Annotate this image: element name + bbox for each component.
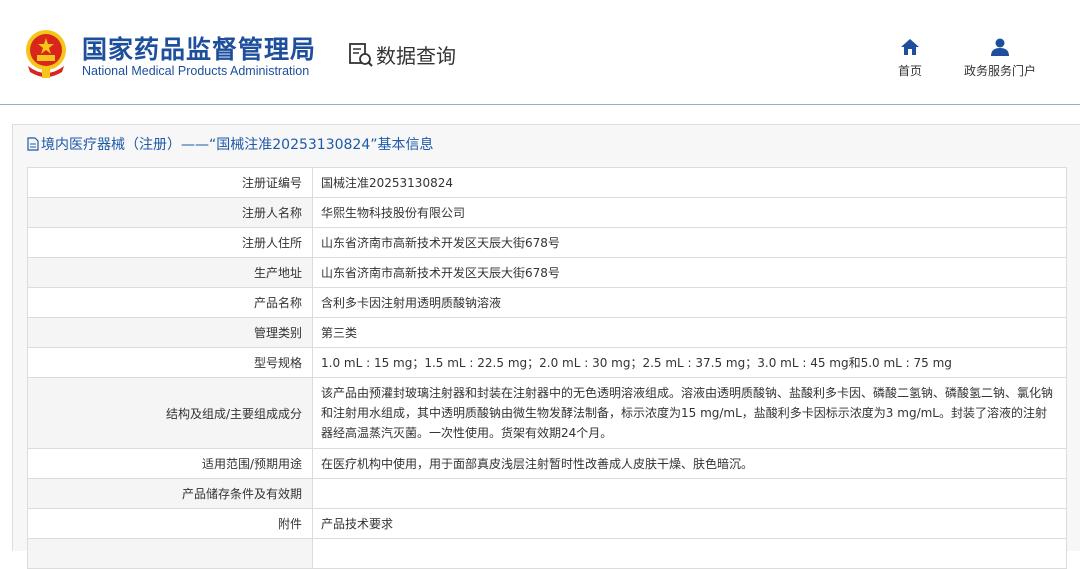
panel-title: 境内医疗器械（注册）——“国械注准20253130824”基本信息 (27, 134, 433, 154)
row-value: 第三类 (312, 317, 1067, 348)
row-label: 注册人名称 (27, 197, 313, 228)
row-value (312, 538, 1067, 569)
row-label: 产品名称 (27, 287, 313, 318)
site-header: 国家药品监督管理局 National Medical Products Admi… (0, 0, 1080, 105)
row-value: 华熙生物科技股份有限公司 (312, 197, 1067, 228)
detail-panel: 境内医疗器械（注册）——“国械注准20253130824”基本信息 注册证编号 … (12, 124, 1080, 569)
panel-title-text: 境内医疗器械（注册）——“国械注准20253130824”基本信息 (41, 137, 434, 153)
row-label: 适用范围/预期用途 (27, 448, 313, 479)
national-emblem-icon (26, 30, 66, 78)
row-value: 山东省济南市高新技术开发区天辰大街678号 (312, 227, 1067, 258)
row-value: 山东省济南市高新技术开发区天辰大街678号 (312, 257, 1067, 288)
table-row: 型号规格 1.0 mL : 15 mg；1.5 mL : 22.5 mg；2.0… (27, 347, 1067, 378)
row-label: 附件 (27, 508, 313, 539)
site-title-cn: 国家药品监督管理局 (82, 35, 317, 64)
nav-service-portal[interactable]: 政务服务门户 (964, 38, 1036, 79)
table-row: 产品储存条件及有效期 (27, 478, 1067, 509)
table-row: 注册人名称 华熙生物科技股份有限公司 (27, 197, 1067, 228)
row-label (27, 538, 313, 569)
row-value: 1.0 mL : 15 mg；1.5 mL : 22.5 mg；2.0 mL :… (312, 347, 1067, 378)
table-row: 结构及组成/主要组成成分 该产品由预灌封玻璃注射器和封装在注射器中的无色透明溶液… (27, 377, 1067, 449)
home-icon (901, 39, 919, 55)
data-query-link[interactable]: 数据查询 (348, 40, 456, 69)
table-row: 附件 产品技术要求 (27, 508, 1067, 539)
row-value: 国械注准20253130824 (312, 167, 1067, 198)
table-row: 产品名称 含利多卡因注射用透明质酸钠溶液 (27, 287, 1067, 318)
row-label: 注册证编号 (27, 167, 313, 198)
document-search-icon (349, 42, 373, 67)
row-value (312, 478, 1067, 509)
row-label: 结构及组成/主要组成成分 (27, 377, 313, 449)
table-row (27, 538, 1067, 569)
row-label: 型号规格 (27, 347, 313, 378)
data-query-label: 数据查询 (376, 44, 456, 68)
table-row: 生产地址 山东省济南市高新技术开发区天辰大街678号 (27, 257, 1067, 288)
user-icon (991, 38, 1009, 56)
nav-home-label: 首页 (898, 64, 923, 78)
site-title-en: National Medical Products Administration (82, 64, 310, 78)
row-value: 含利多卡因注射用透明质酸钠溶液 (312, 287, 1067, 318)
document-icon (27, 137, 39, 151)
row-label: 生产地址 (27, 257, 313, 288)
row-value: 该产品由预灌封玻璃注射器和封装在注射器中的无色透明溶液组成。溶液由透明质酸钠、盐… (312, 377, 1067, 449)
row-label: 注册人住所 (27, 227, 313, 258)
table-row: 注册人住所 山东省济南市高新技术开发区天辰大街678号 (27, 227, 1067, 258)
table-row: 管理类别 第三类 (27, 317, 1067, 348)
table-row: 适用范围/预期用途 在医疗机构中使用，用于面部真皮浅层注射暂时性改善成人皮肤干燥… (27, 448, 1067, 479)
row-label: 管理类别 (27, 317, 313, 348)
nav-service-portal-label: 政务服务门户 (964, 64, 1037, 78)
nav-home[interactable]: 首页 (898, 38, 922, 79)
info-table: 注册证编号 国械注准20253130824 注册人名称 华熙生物科技股份有限公司… (27, 167, 1067, 569)
row-value: 在医疗机构中使用，用于面部真皮浅层注射暂时性改善成人皮肤干燥、肤色暗沉。 (312, 448, 1067, 479)
row-value: 产品技术要求 (312, 508, 1067, 539)
row-label: 产品储存条件及有效期 (27, 478, 313, 509)
table-row: 注册证编号 国械注准20253130824 (27, 167, 1067, 198)
